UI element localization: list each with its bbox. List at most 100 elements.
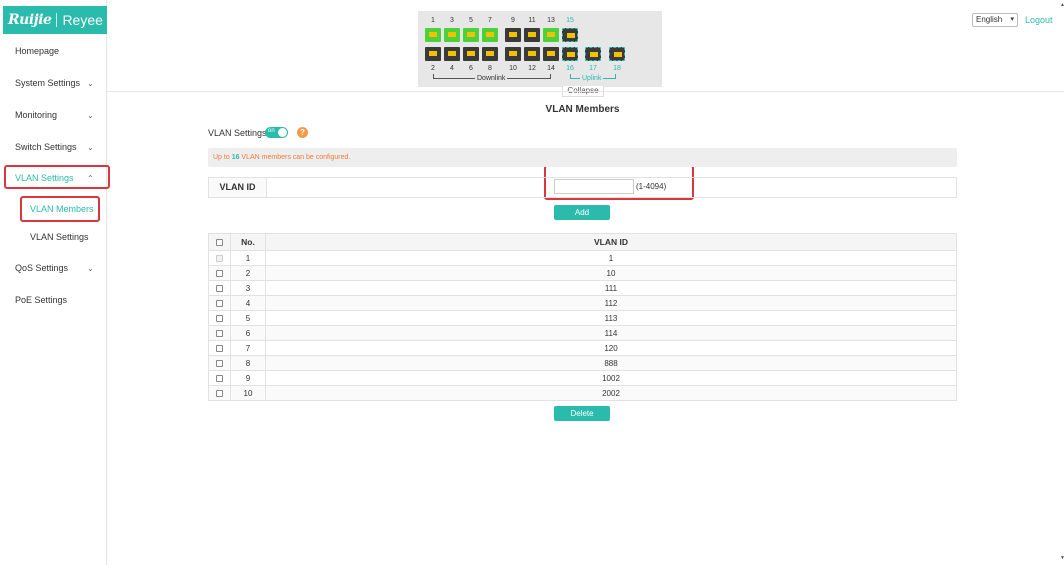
scroll-down-icon[interactable]: ▼ <box>1060 555 1064 561</box>
row-no: 4 <box>230 295 266 311</box>
row-vlan-id: 120 <box>265 340 957 356</box>
language-value: English <box>976 15 1003 24</box>
ethernet-port-icon[interactable] <box>425 28 441 42</box>
sidebar-item-homepage[interactable]: Homepage <box>15 46 59 56</box>
chevron-down-icon: ⌄ <box>87 110 94 120</box>
row-select-cell <box>208 280 231 296</box>
port-label: 1 <box>431 17 435 24</box>
sfp-port-icon[interactable] <box>585 47 601 61</box>
toggle-knob <box>278 128 287 137</box>
ethernet-port-icon[interactable] <box>543 47 559 61</box>
add-button[interactable]: Add <box>554 205 610 220</box>
row-select-cell <box>208 310 231 326</box>
port-label: 7 <box>488 17 492 24</box>
vlan-id-label: VLAN ID <box>209 178 267 197</box>
ethernet-port-icon[interactable] <box>482 47 498 61</box>
table-row: 5 113 <box>208 310 957 326</box>
row-vlan-id: 1 <box>265 250 957 266</box>
sidebar-item-label: Monitoring <box>15 110 58 120</box>
ethernet-port-icon[interactable] <box>463 28 479 42</box>
port-label: 14 <box>547 65 555 72</box>
logo-divider <box>56 13 58 27</box>
sidebar-item-label: QoS Settings <box>15 263 69 273</box>
row-checkbox[interactable] <box>216 344 223 352</box>
ethernet-port-icon[interactable] <box>505 47 521 61</box>
ethernet-port-icon[interactable] <box>463 47 479 61</box>
table-row: 6 114 <box>208 325 957 341</box>
page-title: VLAN Members <box>545 104 620 115</box>
table-row: 2 10 <box>208 265 957 281</box>
port-label: 5 <box>469 17 473 24</box>
notice-text: Up to <box>213 154 232 161</box>
ethernet-port-icon[interactable] <box>543 28 559 42</box>
row-select-cell <box>208 250 231 266</box>
chevron-down-icon: ⌄ <box>87 263 94 273</box>
row-checkbox[interactable] <box>216 359 223 367</box>
downlink-label: Downlink <box>475 75 508 82</box>
table-row: 11 <box>208 250 957 266</box>
ethernet-port-icon[interactable] <box>505 28 521 42</box>
port-label: 4 <box>450 65 454 72</box>
row-no: 1 <box>230 250 266 266</box>
port-label: 9 <box>511 17 515 24</box>
vlan-id-range-hint: (1-4094) <box>636 182 667 191</box>
ethernet-port-icon[interactable] <box>524 28 540 42</box>
row-select-cell <box>208 325 231 341</box>
logout-link[interactable]: Logout <box>1025 15 1053 25</box>
row-checkbox[interactable] <box>216 299 223 307</box>
sidebar-item-qos-settings[interactable]: QoS Settings ⌄ <box>15 263 94 273</box>
column-header-vlan-id: VLAN ID <box>265 233 957 251</box>
column-header-no: No. <box>230 233 266 251</box>
port-label: 10 <box>509 65 517 72</box>
port-label: 16 <box>566 65 574 72</box>
row-no: 10 <box>230 385 266 401</box>
row-checkbox[interactable] <box>216 314 223 322</box>
table-row: 7 120 <box>208 340 957 356</box>
row-checkbox[interactable] <box>216 329 223 337</box>
row-checkbox[interactable] <box>216 374 223 382</box>
row-no: 8 <box>230 355 266 371</box>
highlight-box-vlan-members <box>20 196 100 222</box>
sidebar-item-system-settings[interactable]: System Settings ⌄ <box>15 78 94 88</box>
row-select-cell <box>208 295 231 311</box>
notice-banner: Up to 16 VLAN members can be configured. <box>208 148 957 167</box>
row-select-cell <box>208 340 231 356</box>
ethernet-port-icon[interactable] <box>524 47 540 61</box>
language-select[interactable]: English ▾ <box>972 13 1018 27</box>
sidebar-item-monitoring[interactable]: Monitoring ⌄ <box>15 110 94 120</box>
sfp-port-icon[interactable] <box>562 47 578 61</box>
sidebar-item-switch-settings[interactable]: Switch Settings ⌄ <box>15 142 94 152</box>
help-icon[interactable]: ? <box>297 127 308 138</box>
logo-reyee: Reyee <box>62 12 103 28</box>
ethernet-port-icon[interactable] <box>425 47 441 61</box>
table-row: 9 1002 <box>208 370 957 386</box>
vlan-id-input[interactable] <box>554 179 634 194</box>
delete-button[interactable]: Delete <box>554 406 610 421</box>
sidebar-item-label: Homepage <box>15 46 60 56</box>
ethernet-port-icon[interactable] <box>482 28 498 42</box>
ethernet-port-icon[interactable] <box>562 28 578 42</box>
row-vlan-id: 888 <box>265 355 957 371</box>
row-vlan-id: 111 <box>265 280 957 296</box>
vlan-settings-toggle[interactable]: on <box>265 127 288 138</box>
ethernet-port-icon[interactable] <box>444 28 460 42</box>
row-no: 2 <box>230 265 266 281</box>
sfp-port-icon[interactable] <box>609 47 625 61</box>
row-select-cell <box>208 385 231 401</box>
table-header-row: No. VLAN ID <box>208 233 957 251</box>
scroll-up-icon[interactable]: ▲ <box>1060 2 1064 8</box>
row-checkbox[interactable] <box>216 284 223 292</box>
select-all-checkbox[interactable] <box>216 239 223 247</box>
page-scrollbar[interactable]: ▲ ▼ <box>1060 0 1064 565</box>
chevron-down-icon: ⌄ <box>87 142 94 152</box>
sidebar-subitem-vlan-settings[interactable]: VLAN Settings <box>30 232 89 242</box>
sidebar-item-label: Switch Settings <box>15 142 77 152</box>
sidebar-item-label: VLAN Settings <box>30 232 89 242</box>
chevron-down-icon: ▾ <box>1010 16 1014 23</box>
row-no: 6 <box>230 325 266 341</box>
ethernet-port-icon[interactable] <box>444 47 460 61</box>
row-checkbox[interactable] <box>216 269 223 277</box>
notice-text: VLAN members can be configured. <box>239 154 351 161</box>
row-checkbox[interactable] <box>216 389 223 397</box>
sidebar-item-poe-settings[interactable]: PoE Settings <box>15 295 67 305</box>
